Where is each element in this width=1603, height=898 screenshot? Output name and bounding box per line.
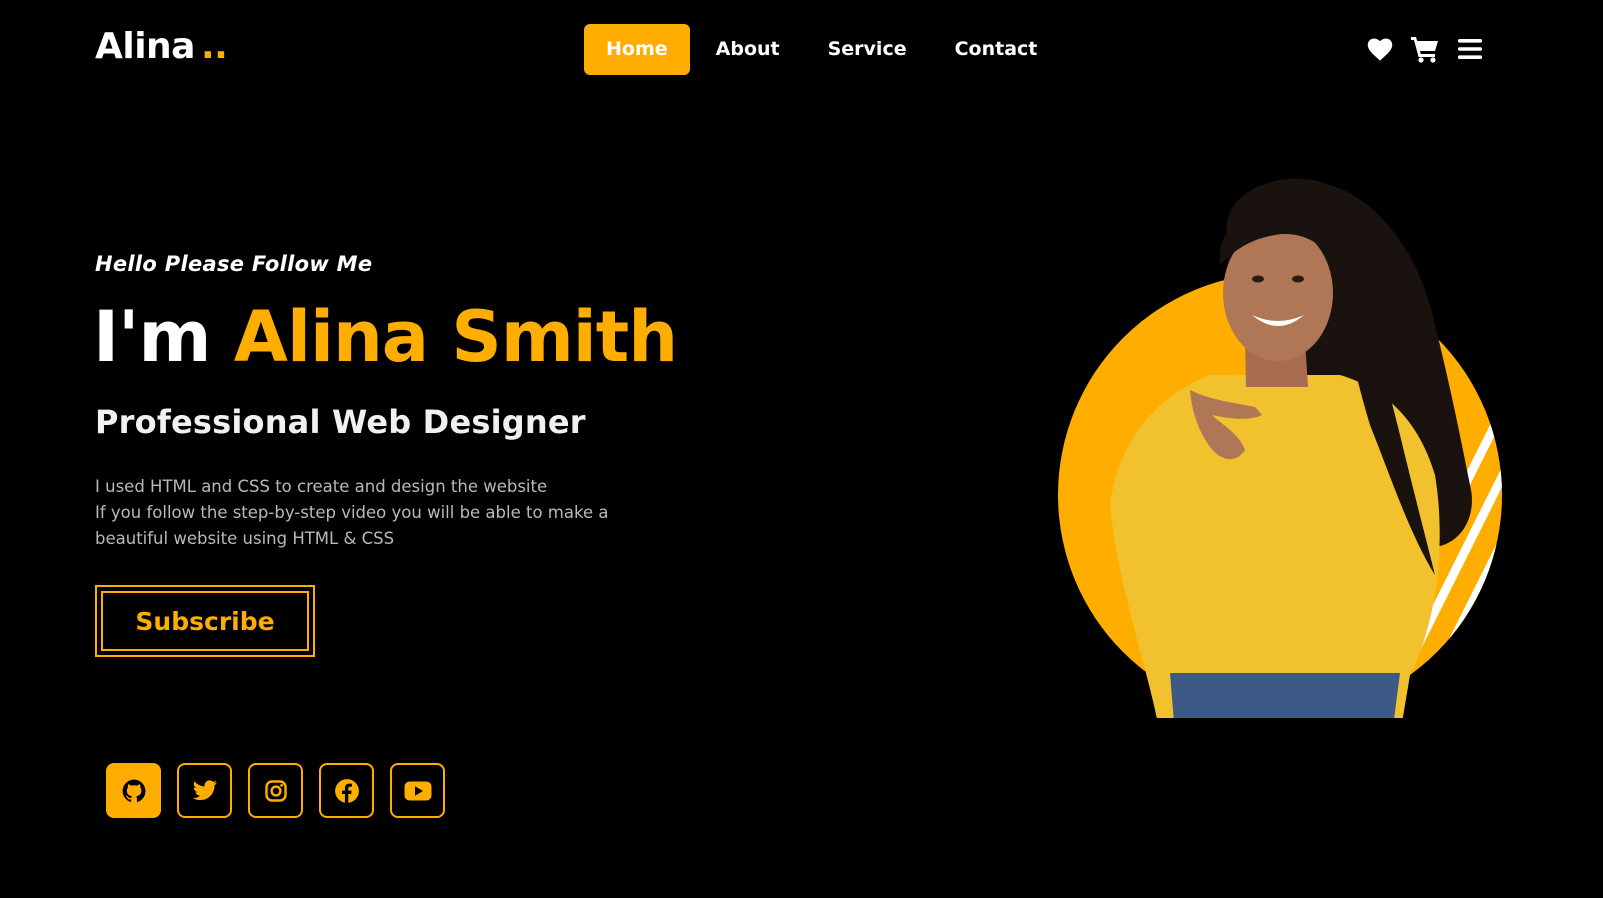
facebook-icon[interactable] <box>319 763 374 818</box>
brand-logo[interactable]: Alina.. <box>95 26 228 67</box>
hero-description-line-3: beautiful website using HTML & CSS <box>95 529 395 548</box>
hero-portrait <box>1040 175 1520 735</box>
hero-greeting: I'm <box>93 296 211 378</box>
hero-description-line-1: I used HTML and CSS to create and design… <box>95 477 548 496</box>
hero-kicker: Hello Please Follow Me <box>95 252 373 276</box>
heart-icon[interactable] <box>1365 34 1395 64</box>
menu-icon[interactable] <box>1455 34 1485 64</box>
header-actions <box>1365 34 1485 64</box>
brand-name: Alina <box>95 26 195 67</box>
hero-description: I used HTML and CSS to create and design… <box>95 474 695 552</box>
nav-about[interactable]: About <box>694 24 802 75</box>
github-icon[interactable] <box>106 763 161 818</box>
youtube-icon[interactable] <box>390 763 445 818</box>
hero-role: Professional Web Designer <box>95 403 586 441</box>
nav-service[interactable]: Service <box>806 24 929 75</box>
cart-icon[interactable] <box>1410 34 1440 64</box>
main-nav: Home About Service Contact <box>584 24 1059 75</box>
instagram-icon[interactable] <box>248 763 303 818</box>
subscribe-button[interactable]: Subscribe <box>95 585 315 657</box>
hero-description-line-2: If you follow the step-by-step video you… <box>95 503 609 522</box>
social-links <box>106 763 445 818</box>
brand-dots: .. <box>200 26 228 67</box>
twitter-icon[interactable] <box>177 763 232 818</box>
nav-contact[interactable]: Contact <box>933 24 1060 75</box>
hero-headline: I'm Alina Smith <box>93 296 678 378</box>
nav-home[interactable]: Home <box>584 24 690 75</box>
subscribe-label: Subscribe <box>101 591 309 651</box>
hero-name: Alina Smith <box>233 296 678 378</box>
